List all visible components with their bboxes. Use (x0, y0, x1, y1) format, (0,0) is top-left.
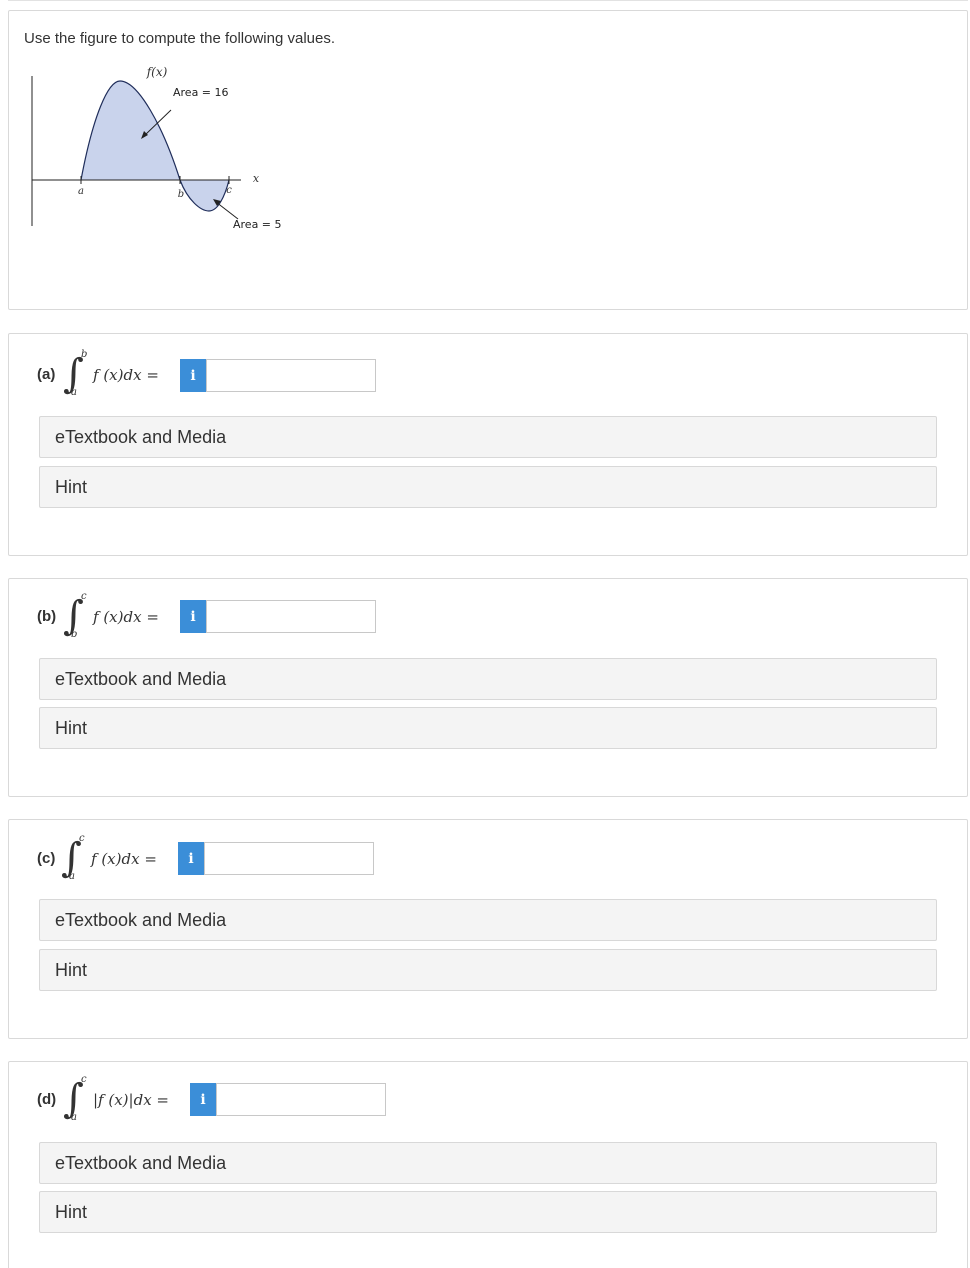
label-c: c (226, 185, 232, 196)
label-x-axis: x (253, 172, 260, 185)
label-a: a (78, 186, 84, 197)
top-divider (8, 0, 968, 1)
part-b-hint-bar[interactable]: Hint (39, 707, 937, 749)
part-c-card: (c) ∫ c a f (x)dx = i eTextbook and Medi… (8, 819, 968, 1039)
part-d-hint-bar[interactable]: Hint (39, 1191, 937, 1233)
part-d-etextbook-bar[interactable]: eTextbook and Media (39, 1142, 937, 1184)
label-area-bottom: Area = 5 (233, 218, 282, 231)
part-b-card: (b) ∫ c b f (x)dx = i eTextbook and Medi… (8, 578, 968, 797)
part-d-answer-input[interactable] (216, 1083, 386, 1116)
arrow-area-bottom (215, 201, 239, 220)
part-d-label: (d) (37, 1091, 57, 1108)
label-function: f(x) (146, 66, 168, 79)
part-a-answer-input[interactable] (206, 359, 376, 392)
part-c-label: (c) (37, 850, 56, 867)
part-c-hint-bar[interactable]: Hint (39, 949, 937, 991)
part-d-info-button[interactable]: i (190, 1083, 216, 1116)
part-b-info-button[interactable]: i (180, 600, 206, 633)
part-a-info-button[interactable]: i (180, 359, 206, 392)
part-d-card: (d) ∫ c a |f (x)|dx = i eTextbook and Me… (8, 1061, 968, 1268)
part-b-answer-input[interactable] (206, 600, 376, 633)
part-b-etextbook-bar[interactable]: eTextbook and Media (39, 658, 937, 700)
label-area-top: Area = 16 (173, 86, 229, 99)
problem-card: Use the figure to compute the following … (8, 10, 968, 310)
part-a-label: (a) (37, 366, 56, 383)
part-c-answer-input[interactable] (204, 842, 374, 875)
part-c-etextbook-bar[interactable]: eTextbook and Media (39, 899, 937, 941)
part-c-info-button[interactable]: i (178, 842, 204, 875)
part-a-card: (a) ∫ b a f (x)dx = i eTextbook and Medi… (8, 333, 968, 556)
part-b-label: (b) (37, 608, 57, 625)
label-b: b (178, 189, 184, 200)
positive-area-region (81, 81, 180, 180)
area-figure: a b c x f(x) Area = 16 Area = 5 (31, 66, 282, 231)
problem-instructions: Use the figure to compute the following … (24, 30, 336, 47)
part-a-hint-bar[interactable]: Hint (39, 466, 937, 508)
part-a-etextbook-bar[interactable]: eTextbook and Media (39, 416, 937, 458)
